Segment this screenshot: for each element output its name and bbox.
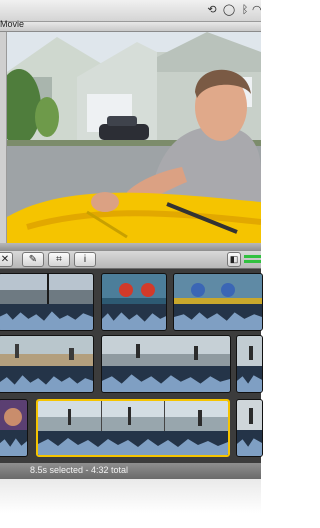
clip-browser [0, 269, 263, 463]
audio-toggle-button[interactable]: ◧ [227, 252, 241, 267]
selection-status: 8.5s selected - 4:32 total [30, 465, 129, 475]
volume-level-indicator [244, 255, 261, 258]
volume-level-indicator-2 [244, 260, 261, 263]
viewer-frame [7, 32, 261, 243]
eyedropper-button[interactable]: ✎ [22, 252, 44, 267]
clip-thumbnail[interactable] [236, 335, 263, 393]
pane-divider[interactable] [0, 243, 261, 251]
window-reflection [0, 479, 261, 528]
chat-icon[interactable]: ◯ [222, 3, 236, 17]
clip-frames [237, 336, 262, 366]
clip-frames [38, 401, 228, 431]
viewer-edge [0, 32, 7, 243]
window-title: Movie [0, 19, 25, 29]
clip-thumbnail[interactable] [101, 335, 231, 393]
reject-button[interactable]: ✕ [0, 252, 13, 267]
status-bar: 8.5s selected - 4:32 total [0, 463, 261, 479]
info-button[interactable]: i [74, 252, 96, 267]
audio-waveform [0, 311, 93, 330]
clip-thumbnail[interactable] [236, 399, 263, 457]
video-viewer[interactable] [0, 32, 261, 243]
clip-thumbnail[interactable] [101, 273, 167, 331]
clip-frames [0, 400, 27, 430]
clip-thumbnail[interactable] [0, 335, 94, 393]
clip-frames [174, 274, 262, 304]
time-machine-icon[interactable]: ⟲ [205, 3, 219, 17]
clip-frames [0, 274, 93, 304]
audio-waveform [0, 375, 93, 392]
menu-bar: ⟲ ◯ ᛒ ◠ [0, 0, 261, 22]
bluetooth-icon[interactable]: ᛒ [238, 3, 252, 17]
audio-waveform [237, 438, 262, 456]
crop-icon: ⌗ [56, 254, 62, 265]
window-title-bar: Movie [0, 19, 261, 32]
clip-frames [102, 274, 166, 304]
clip-thumbnail[interactable] [0, 399, 28, 457]
close-icon: ✕ [0, 254, 10, 265]
wifi-icon[interactable]: ◠ [252, 3, 261, 17]
audio-waveform [102, 312, 166, 330]
clip-thumbnail[interactable] [0, 273, 94, 331]
info-icon: i [83, 254, 87, 265]
clip-thumbnail[interactable] [173, 273, 263, 331]
audio-icon: ◧ [229, 254, 239, 264]
crop-button[interactable]: ⌗ [48, 252, 70, 267]
clip-frames [0, 336, 93, 366]
audio-waveform [38, 438, 228, 455]
audio-waveform [237, 375, 262, 392]
viewer-image [7, 32, 261, 243]
clip-toolbar: ✕ ✎ ⌗ i ◧ [0, 251, 261, 269]
clip-frames [237, 400, 262, 430]
clip-thumbnail-selected[interactable] [36, 399, 230, 457]
eyedropper-icon: ✎ [28, 254, 38, 265]
audio-waveform [102, 374, 230, 392]
clip-frames [102, 336, 230, 366]
audio-waveform [174, 312, 262, 330]
audio-waveform [0, 438, 27, 456]
